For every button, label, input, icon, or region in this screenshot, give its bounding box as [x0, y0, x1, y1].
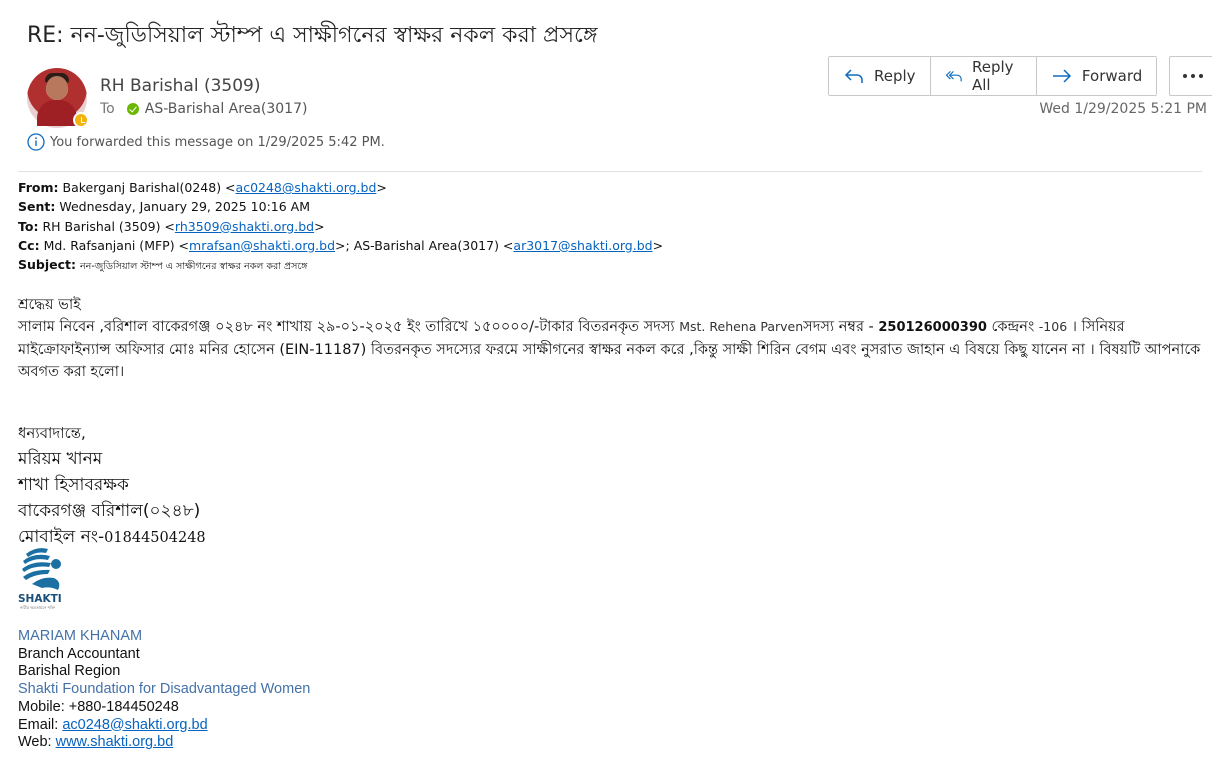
- quoted-to-row: To: RH Barishal (3509) <rh3509@shakti.or…: [18, 218, 325, 234]
- sender-avatar[interactable]: [27, 68, 89, 128]
- forward-notice: You forwarded this message on 1/29/2025 …: [27, 133, 385, 151]
- quoted-cc-name-1: Md. Rafsanjani (MFP) <: [43, 237, 190, 253]
- avatar-shirt: [37, 100, 77, 126]
- quoted-to-label: To:: [18, 218, 39, 234]
- forward-icon: [1052, 69, 1071, 83]
- regards-name: মরিয়ম খানম: [18, 449, 103, 469]
- center-number: -106: [1038, 319, 1068, 334]
- reply-button-group: Reply Reply All Forward: [828, 56, 1158, 96]
- quoted-sent-label: Sent:: [18, 199, 56, 215]
- member-number: 250126000390: [878, 320, 987, 335]
- info-icon: [27, 133, 45, 151]
- regards-mobile-label: মোবাইল নং-: [18, 527, 105, 547]
- signature-region: Barishal Region: [18, 663, 121, 680]
- message-body: শ্রদ্ধেয় ভাই সালাম নিবেন ,বরিশাল বাকেরগ…: [18, 294, 1208, 383]
- shakti-logo: SHAKTI নারীর ক্ষমতায়নে শক্তি: [18, 548, 62, 610]
- away-status-icon: [73, 112, 89, 128]
- recipient-line: To AS-Barishal Area(3017): [100, 101, 307, 117]
- reply-label: Reply: [874, 67, 916, 85]
- quoted-cc-label: Cc:: [18, 237, 40, 253]
- forward-label: Forward: [1081, 67, 1143, 85]
- quoted-from-label: From:: [18, 180, 59, 195]
- quoted-sent-row: Sent: Wednesday, January 29, 2025 10:16 …: [18, 197, 663, 216]
- more-icon: [1182, 74, 1203, 78]
- signature-email-row: Email: ac0248@shakti.org.bd: [18, 717, 310, 735]
- avatar-face: [46, 76, 68, 100]
- sender-name[interactable]: RH Barishal (3509): [100, 76, 261, 96]
- email-subject: RE: নন-জুডিসিয়াল স্টাম্প এ সাক্ষীগনের স…: [27, 23, 598, 48]
- received-date: Wed 1/29/2025 5:21 PM: [1039, 101, 1207, 117]
- quoted-from-email-link[interactable]: ac0248@shakti.org.bd: [236, 180, 377, 195]
- signature-mobile: Mobile: +880-184450248: [18, 698, 179, 715]
- quoted-to-email-link[interactable]: rh3509@shakti.org.bd: [175, 219, 314, 234]
- regards-role: শাখা হিসাবরক্ষক: [18, 475, 129, 495]
- body-p1-c: কেন্দ্রনং: [986, 319, 1039, 335]
- body-p1-a: সালাম নিবেন ,বরিশাল বাকেরগঞ্জ ০২৪৮ নং শা…: [18, 319, 680, 335]
- body-greeting: শ্রদ্ধেয় ভাই: [18, 297, 81, 313]
- regards-thanks: ধন্যবাদান্তে,: [18, 424, 86, 442]
- regards-mobile: 01844504248: [104, 530, 206, 546]
- forward-notice-text: You forwarded this message on 1/29/2025 …: [50, 134, 385, 150]
- reply-button[interactable]: Reply: [829, 57, 931, 95]
- body-p1-b: সদস্য নম্বর -: [803, 319, 879, 335]
- logo-text: SHAKTI: [18, 593, 62, 605]
- signature-title: Branch Accountant: [18, 645, 140, 662]
- header-divider: [18, 171, 1202, 172]
- signature-name: MARIAM KHANAM: [18, 628, 143, 644]
- body-paragraph: সালাম নিবেন ,বরিশাল বাকেরগঞ্জ ০২৪৮ নং শা…: [18, 316, 1208, 383]
- quoted-cc-email-link-2[interactable]: ar3017@shakti.org.bd: [513, 238, 652, 253]
- quoted-from-name: Bakerganj Barishal(0248) <: [62, 180, 236, 195]
- to-recipient[interactable]: AS-Barishal Area(3017): [145, 101, 308, 117]
- english-signature: MARIAM KHANAM Branch Accountant Barishal…: [18, 628, 310, 752]
- available-status-icon: [126, 103, 139, 115]
- quoted-cc-email-link-1[interactable]: mrafsan@shakti.org.bd: [189, 238, 335, 253]
- signature-org: Shakti Foundation for Disadvantaged Wome…: [18, 681, 311, 698]
- signature-web-label: Web:: [18, 734, 56, 751]
- quoted-subject-label: Subject:: [18, 257, 76, 273]
- quoted-subject-value: নন-জুডিসিয়াল স্টাম্প এ সাক্ষীগনের স্বাক…: [79, 261, 308, 273]
- reply-all-icon: [945, 70, 962, 82]
- quoted-cc-row: Cc: Md. Rafsanjani (MFP) <mrafsan@shakti…: [18, 237, 664, 253]
- regards-branch: বাকেরগঞ্জ বরিশাল(০২৪৮): [18, 501, 201, 521]
- signature-email-label: Email:: [18, 716, 63, 733]
- reply-icon: [844, 69, 863, 83]
- quoted-cc-name-2: >; AS-Barishal Area(3017) <: [335, 237, 514, 253]
- quoted-from-row: From: Bakerganj Barishal(0248) <ac0248@s…: [18, 180, 387, 195]
- signature-web-link[interactable]: www.shakti.org.bd: [56, 734, 174, 750]
- quoted-sent-value: Wednesday, January 29, 2025 10:16 AM: [59, 199, 310, 215]
- bangla-signature: ধন্যবাদান্তে, মরিয়ম খানম শাখা হিসাবরক্ষ…: [18, 420, 206, 551]
- reply-all-button[interactable]: Reply All: [930, 57, 1037, 95]
- quoted-subject-row: Subject: নন-জুডিসিয়াল স্টাম্প এ সাক্ষীগ…: [18, 255, 663, 276]
- message-actions: Reply Reply All Forward: [828, 56, 1212, 96]
- to-label: To: [100, 101, 115, 117]
- quoted-header: From: Bakerganj Barishal(0248) <ac0248@s…: [18, 178, 663, 276]
- member-name: Mst. Rehena Parven: [679, 319, 804, 334]
- quoted-to-name: RH Barishal (3509) <: [42, 218, 175, 234]
- signature-web-row: Web: www.shakti.org.bd: [18, 734, 310, 752]
- more-actions-button[interactable]: [1169, 56, 1212, 96]
- reply-all-label: Reply All: [972, 58, 1014, 94]
- forward-button[interactable]: Forward: [1036, 57, 1157, 95]
- signature-email-link[interactable]: ac0248@shakti.org.bd: [62, 717, 207, 733]
- logo-tagline: নারীর ক্ষমতায়নে শক্তি: [19, 605, 55, 610]
